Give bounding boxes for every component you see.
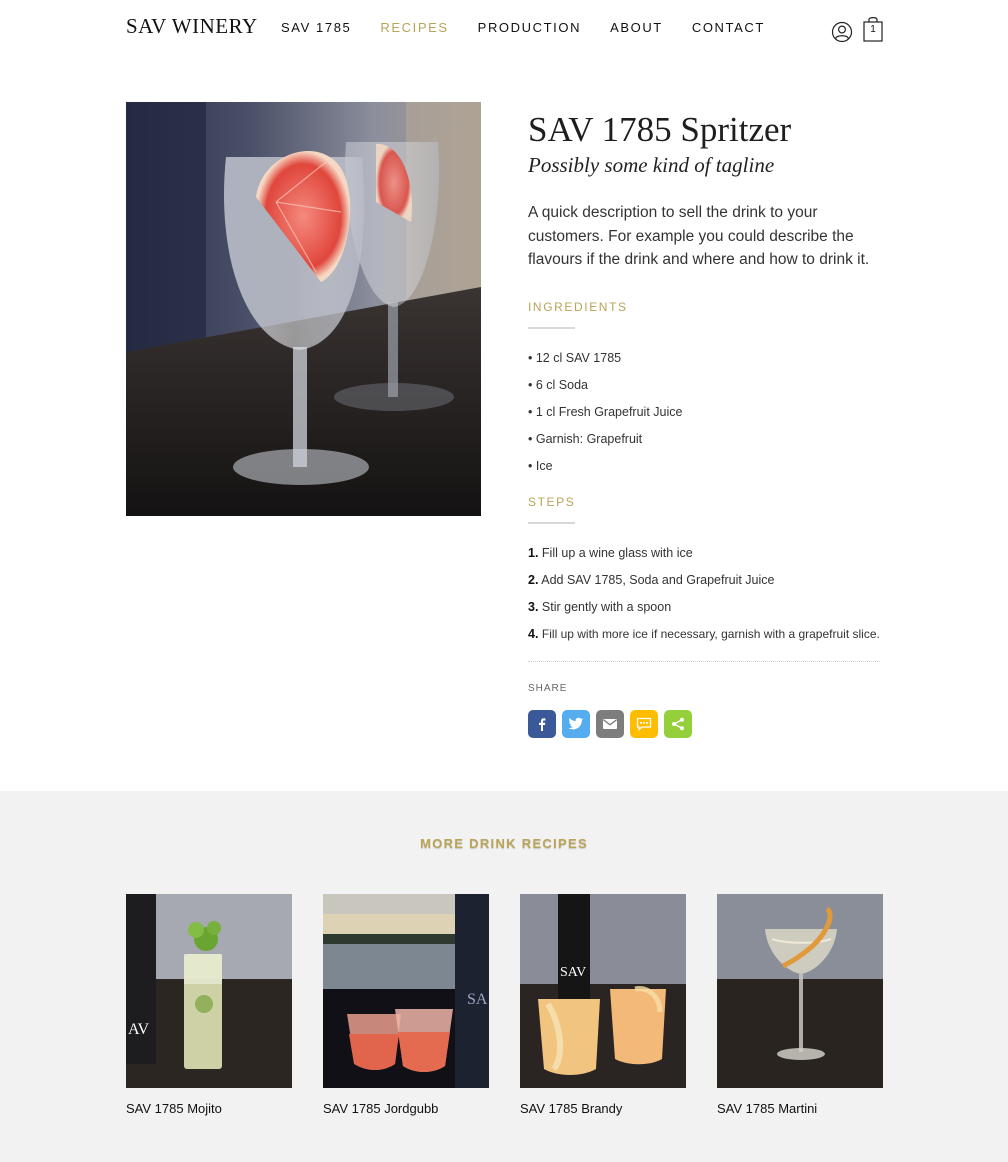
site-header: SAV WINERY SAV 1785 RECIPES PRODUCTION A… xyxy=(0,0,1008,56)
step-item: 4. Fill up with more ice if necessary, g… xyxy=(528,626,883,653)
jordgubb-photo: SA xyxy=(323,894,489,1088)
svg-text:AV: AV xyxy=(128,1021,149,1038)
nav-item-contact[interactable]: CONTACT xyxy=(692,20,765,35)
envelope-icon xyxy=(603,718,617,729)
steps-list: 1. Fill up a wine glass with ice 2. Add … xyxy=(528,545,883,653)
recipe-card-title: SAV 1785 Mojito xyxy=(126,1101,222,1116)
recipe-description: A quick description to sell the drink to… xyxy=(528,204,870,268)
ingredient-item: • Garnish: Grapefruit xyxy=(528,431,643,446)
ingredient-text: Ice xyxy=(535,458,553,473)
recipe-card-title: SAV 1785 Brandy xyxy=(520,1101,623,1116)
brandy-photo: SAV xyxy=(520,894,686,1088)
more-recipes-section: MORE DRINK RECIPES AV SAV 1785 Mojito SA xyxy=(0,791,1008,1162)
more-recipes-heading: MORE DRINK RECIPES xyxy=(420,836,588,851)
ingredients-heading: INGREDIENTS xyxy=(528,299,628,314)
user-circle-icon[interactable] xyxy=(831,21,853,43)
sms-icon xyxy=(636,717,652,731)
step-text: Fill up a wine glass with ice xyxy=(541,545,693,560)
ingredient-text: 1 cl Fresh Grapefruit Juice xyxy=(535,404,683,419)
twitter-share-button[interactable] xyxy=(562,709,590,738)
twitter-icon xyxy=(568,717,583,729)
steps-divider xyxy=(528,521,575,524)
ingredient-item: • Ice xyxy=(528,458,553,473)
step-text: Fill up with more ice if necessary, garn… xyxy=(541,626,880,641)
share-buttons xyxy=(528,709,883,738)
recipe-card-title: SAV 1785 Martini xyxy=(717,1101,818,1116)
ingredient-text: 12 cl SAV 1785 xyxy=(535,350,622,365)
step-number: 2. xyxy=(528,572,539,587)
cart-count-badge: 1 xyxy=(870,24,876,35)
facebook-share-button[interactable] xyxy=(528,709,556,738)
step-item: 3. Stir gently with a spoon xyxy=(528,599,883,626)
recipe-card-mojito[interactable]: AV SAV 1785 Mojito xyxy=(126,894,292,1116)
share-icon xyxy=(672,717,684,730)
mojito-photo: AV xyxy=(126,894,292,1088)
ingredient-item: • 6 cl Soda xyxy=(528,377,588,392)
nav-item-recipes[interactable]: RECIPES xyxy=(380,20,448,35)
martini-photo xyxy=(717,894,883,1088)
ingredient-item: • 1 cl Fresh Grapefruit Juice xyxy=(528,404,683,419)
recipe-card-brandy[interactable]: SAV SAV 1785 Brandy xyxy=(520,894,686,1116)
ingredients-list: • 12 cl SAV 1785 • 6 cl Soda • 1 cl Fres… xyxy=(528,350,883,485)
spritzer-photo xyxy=(126,102,481,516)
step-text: Add SAV 1785, Soda and Grapefruit Juice xyxy=(541,572,775,587)
ingredient-text: Garnish: Grapefruit xyxy=(535,431,643,446)
step-item: 1. Fill up a wine glass with ice xyxy=(528,545,883,572)
step-item: 2. Add SAV 1785, Soda and Grapefruit Jui… xyxy=(528,572,883,599)
recipe-card-jordgubb[interactable]: SA SAV 1785 Jordgubb xyxy=(323,894,489,1116)
svg-text:SAV: SAV xyxy=(560,965,586,980)
ingredient-text: 6 cl Soda xyxy=(535,377,588,392)
recipe-tagline: Possibly some kind of tagline xyxy=(528,153,775,177)
recipe-card-title: SAV 1785 Jordgubb xyxy=(323,1101,439,1116)
ingredients-divider xyxy=(528,326,575,329)
generic-share-button[interactable] xyxy=(664,709,692,738)
step-number: 4. xyxy=(528,626,539,641)
steps-heading: STEPS xyxy=(528,494,576,509)
nav-item-production[interactable]: PRODUCTION xyxy=(478,20,581,35)
sms-share-button[interactable] xyxy=(630,709,658,738)
svg-text:SA: SA xyxy=(467,991,488,1008)
brand-logo[interactable]: SAV WINERY xyxy=(126,14,258,39)
main-nav: SAV 1785 RECIPES PRODUCTION ABOUT CONTAC… xyxy=(281,20,794,35)
recipe-details: SAV 1785 Spritzer Possibly some kind of … xyxy=(528,108,883,738)
nav-item-about[interactable]: ABOUT xyxy=(610,20,663,35)
step-text: Stir gently with a spoon xyxy=(541,599,672,614)
share-divider xyxy=(528,660,880,662)
shopping-bag-icon[interactable]: 1 xyxy=(862,15,884,43)
recipe-card-martini[interactable]: SAV 1785 Martini xyxy=(717,894,883,1116)
step-number: 3. xyxy=(528,599,539,614)
facebook-icon xyxy=(539,717,546,731)
ingredient-item: • 12 cl SAV 1785 xyxy=(528,350,622,365)
share-label: SHARE xyxy=(528,682,568,694)
step-number: 1. xyxy=(528,545,539,560)
email-share-button[interactable] xyxy=(596,709,624,738)
recipe-title: SAV 1785 Spritzer xyxy=(528,110,792,149)
nav-item-sav-1785[interactable]: SAV 1785 xyxy=(281,20,351,35)
